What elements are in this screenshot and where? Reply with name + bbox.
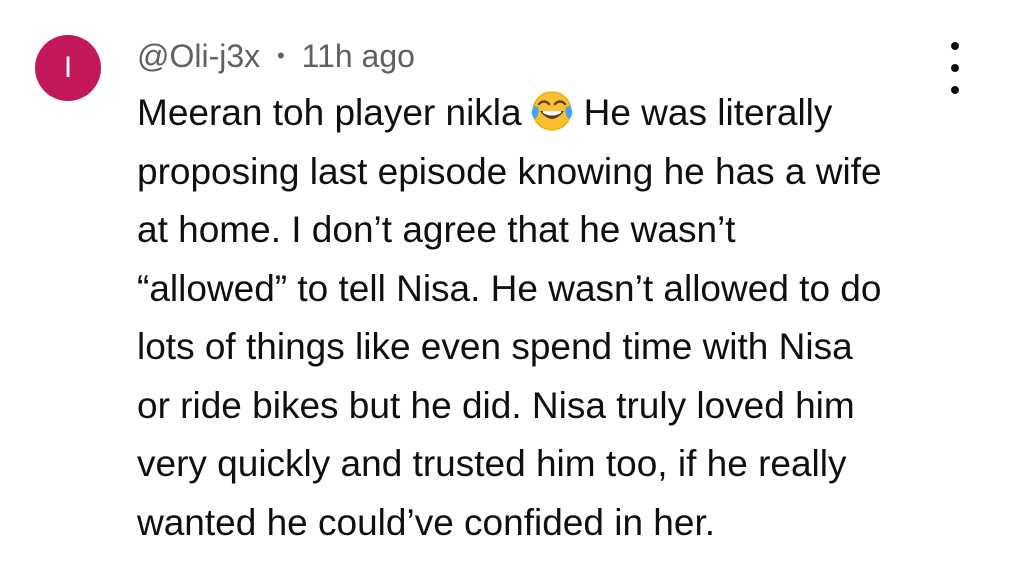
comment-line: wanted he could’ve confided in her. [137,501,716,543]
avatar[interactable]: I [35,35,101,101]
comment-text: Meeran toh player nikla He was literally… [137,84,967,552]
comment-text-segment: Meeran toh player nikla [137,92,522,133]
comment-meta: @Oli-j3x • 11h ago [137,36,415,76]
more-vertical-icon[interactable] [938,42,972,94]
menu-dot [951,42,959,50]
comment-timestamp[interactable]: 11h ago [302,38,415,74]
menu-dot [951,86,959,94]
comment-line: very quickly and trusted him too, if he … [137,443,847,484]
meta-separator: • [277,43,285,68]
comment-line: at home. I don’t agree that he wasn’t [137,209,736,250]
menu-dot [951,64,959,72]
face-with-tears-of-joy-icon [530,89,574,133]
comment-card: I @Oli-j3x • 11h ago Meeran toh player n… [0,0,1024,571]
comment-line: Meeran toh player nikla He was literally [137,84,967,143]
comment-line: lots of things like even spend time with… [137,326,853,367]
comment-line: “allowed” to tell Nisa. He wasn’t allowe… [137,267,882,309]
comment-text-segment: He was literally [583,92,833,133]
comment-line: proposing last episode knowing he has a … [137,150,882,192]
comment-line: or ride bikes but he did. Nisa truly lov… [137,384,855,426]
author-handle[interactable]: @Oli-j3x [137,38,260,74]
avatar-initial: I [63,51,73,84]
